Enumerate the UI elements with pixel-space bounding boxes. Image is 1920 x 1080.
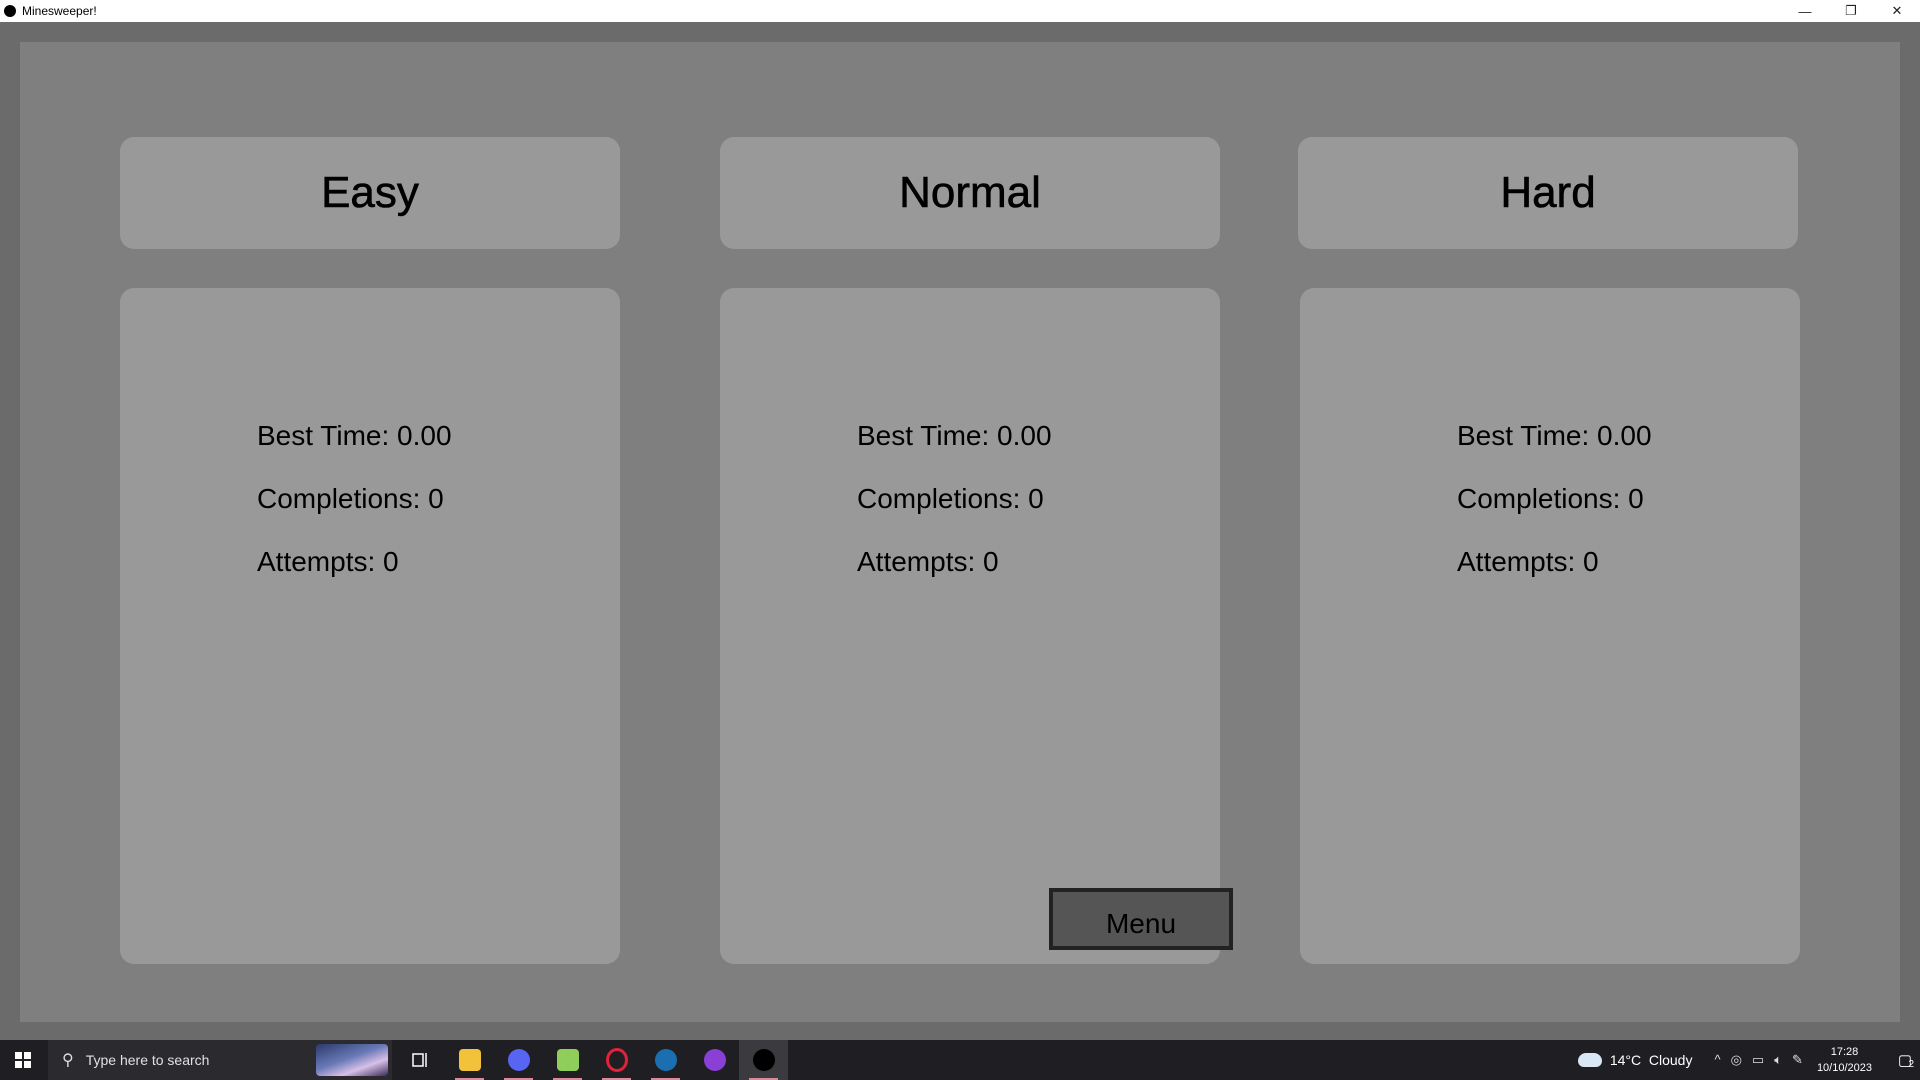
system-tray: 14°C Cloudy ^ ◎ ▭ 🔈︎ ✎ 17:28 10/10/2023 … xyxy=(1577,1040,1920,1080)
windows-icon xyxy=(15,1052,31,1068)
hard-best-time: Best Time: 0.00 xyxy=(1457,420,1652,451)
hard-stats-panel: Best Time: 0.00 Completions: 0 Attempts:… xyxy=(1300,288,1800,964)
github-icon[interactable] xyxy=(690,1040,739,1080)
pen-icon[interactable]: ✎ xyxy=(1792,1052,1803,1068)
hard-completions: Completions: 0 xyxy=(1457,483,1644,514)
window-controls: — ❐ ✕ xyxy=(1782,0,1920,22)
hard-attempts: Attempts: 0 xyxy=(1457,546,1599,577)
restore-button[interactable]: ❐ xyxy=(1828,0,1874,22)
steam-icon[interactable] xyxy=(641,1040,690,1080)
clock[interactable]: 17:28 10/10/2023 xyxy=(1817,1044,1872,1076)
stats-screen: Easy Normal Hard Best Time: 0.00 Complet… xyxy=(20,42,1900,1022)
easy-completions: Completions: 0 xyxy=(257,483,444,514)
easy-stats-panel: Best Time: 0.00 Completions: 0 Attempts:… xyxy=(120,288,620,964)
menu-button[interactable]: Menu xyxy=(1049,888,1233,950)
search-icon: ⚲ xyxy=(62,1052,74,1069)
webcam-icon[interactable]: ◎ xyxy=(1731,1052,1742,1068)
normal-header: Normal xyxy=(720,137,1220,249)
network-icon[interactable]: ▭ xyxy=(1752,1052,1764,1068)
notepad-icon[interactable] xyxy=(543,1040,592,1080)
normal-completions: Completions: 0 xyxy=(857,483,1044,514)
window-title: Minesweeper! xyxy=(22,4,97,18)
app-icon xyxy=(4,5,16,17)
taskbar: ⚲ Type here to search 14°C Cloudy ^ ◎ ▭ … xyxy=(0,1040,1920,1080)
opera-icon[interactable] xyxy=(592,1040,641,1080)
title-bar: Minesweeper! — ❐ ✕ xyxy=(0,0,1920,22)
discord-icon[interactable] xyxy=(494,1040,543,1080)
cloud-icon xyxy=(1577,1053,1602,1067)
easy-header: Easy xyxy=(120,137,620,249)
taskbar-search[interactable]: ⚲ Type here to search xyxy=(48,1040,392,1080)
notification-center-button[interactable]: ▢ 2 xyxy=(1890,1040,1920,1080)
weather-temp: 14°C xyxy=(1609,1052,1642,1068)
chevron-up-icon[interactable]: ^ xyxy=(1714,1052,1720,1068)
file-explorer-icon[interactable] xyxy=(445,1040,494,1080)
close-button[interactable]: ✕ xyxy=(1874,0,1920,22)
hard-header: Hard xyxy=(1298,137,1798,249)
taskbar-apps xyxy=(396,1040,788,1080)
task-view-icon[interactable] xyxy=(396,1040,445,1080)
minimize-button[interactable]: — xyxy=(1782,0,1828,22)
search-placeholder: Type here to search xyxy=(85,1052,210,1068)
clock-date: 10/10/2023 xyxy=(1816,1062,1872,1074)
weather-condition: Cloudy xyxy=(1648,1052,1693,1068)
easy-best-time: Best Time: 0.00 xyxy=(257,420,452,451)
start-button[interactable] xyxy=(0,1040,46,1080)
minesweeper-icon[interactable] xyxy=(739,1040,788,1080)
weather-widget[interactable]: 14°C Cloudy xyxy=(1577,1052,1693,1068)
tray-icons: ^ ◎ ▭ 🔈︎ ✎ xyxy=(1714,1052,1802,1068)
search-highlight-image xyxy=(316,1044,388,1076)
notification-count: 2 xyxy=(1908,1059,1914,1070)
clock-time: 17:28 xyxy=(1830,1046,1859,1058)
normal-attempts: Attempts: 0 xyxy=(857,546,999,577)
normal-best-time: Best Time: 0.00 xyxy=(857,420,1052,451)
easy-attempts: Attempts: 0 xyxy=(257,546,399,577)
volume-icon[interactable]: 🔈︎ xyxy=(1774,1052,1782,1068)
normal-stats-panel: Best Time: 0.00 Completions: 0 Attempts:… xyxy=(720,288,1220,964)
